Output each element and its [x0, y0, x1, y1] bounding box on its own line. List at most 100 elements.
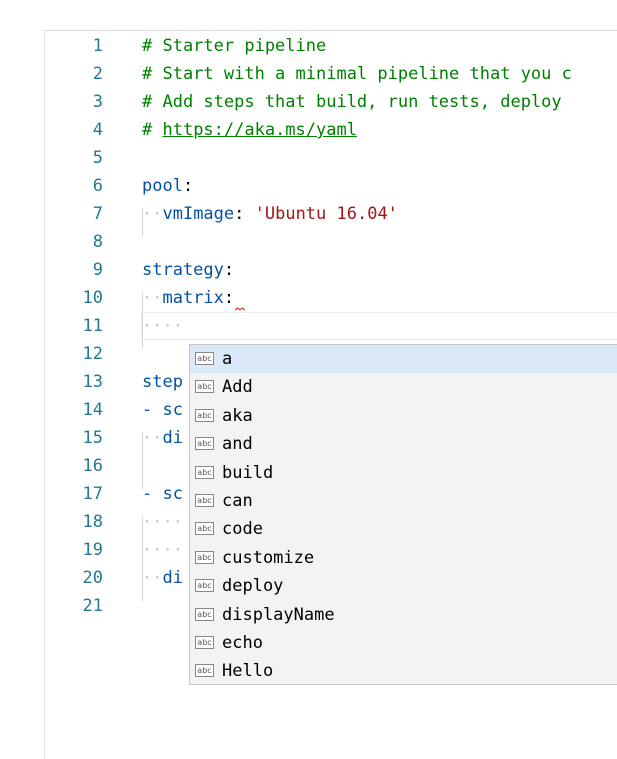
suggestion-item[interactable]: abc can [190, 487, 617, 515]
suggestion-item[interactable]: abc customize [190, 544, 617, 572]
suggestion-item[interactable]: abc displayName [190, 601, 617, 629]
suggestion-item[interactable]: abc Hello [190, 657, 617, 684]
code-line[interactable]: 10 ··matrix: [45, 284, 617, 312]
line-content: # https://aka.ms/yaml [142, 116, 357, 144]
yaml-key: pool [142, 176, 183, 196]
indent-whitespace: ···· [142, 512, 183, 532]
suggestion-item[interactable]: abc a [190, 345, 617, 373]
indent-whitespace: ·· [142, 568, 163, 588]
line-content: strategy: [142, 256, 234, 284]
code-line[interactable]: 4 # https://aka.ms/yaml [45, 116, 617, 144]
cursor-line-whitespace: ···· [45, 312, 617, 340]
code-line[interactable]: 5 [45, 144, 617, 172]
code-text: - sc [142, 484, 183, 504]
indent-whitespace: ·· [142, 204, 163, 224]
code-line[interactable]: 1 # Starter pipeline [45, 32, 617, 60]
line-content: ··matrix: [142, 284, 234, 312]
line-number: 10 [82, 288, 103, 308]
line-number: 15 [82, 428, 103, 448]
text-word-icon: abc [195, 607, 214, 621]
text-word-icon: abc [195, 522, 214, 536]
suggestion-item[interactable]: abc echo [190, 629, 617, 657]
line-number: 17 [82, 484, 103, 504]
indent-guide [142, 517, 143, 601]
line-number: 19 [82, 540, 103, 560]
text-word-icon: abc [195, 380, 214, 394]
code-text: # Add steps that build, run tests, deplo… [142, 92, 562, 112]
suggestion-item[interactable]: abc and [190, 430, 617, 458]
suggestion-label: can [222, 491, 253, 511]
indent-guide [142, 433, 143, 489]
indent-guide [142, 209, 143, 237]
code-line[interactable]: 2 # Start with a minimal pipeline that yo… [45, 60, 617, 88]
code-line[interactable]: 3 # Add steps that build, run tests, depl… [45, 88, 617, 116]
yaml-key: di [162, 428, 183, 448]
suggestion-label: and [222, 434, 253, 455]
text-word-icon: abc [195, 352, 214, 365]
code-text: # Starter pipeline [142, 36, 327, 56]
suggestion-label: customize [222, 547, 315, 568]
suggestion-label: Hello [222, 661, 274, 682]
doc-link[interactable]: https://aka.ms/yaml [162, 120, 356, 140]
line-number: 21 [82, 596, 103, 616]
suggestion-item[interactable]: abc build [190, 459, 617, 487]
line-number: 16 [82, 456, 103, 476]
comment-prefix: # [142, 120, 163, 140]
suggestion-label: displayName [222, 604, 335, 625]
suggestion-widget[interactable]: abc a abc Add abc aka abc and abc build abc can abc c… [189, 344, 617, 685]
text-word-icon: abc [195, 437, 214, 451]
text-word-icon: abc [195, 494, 214, 507]
text-word-icon: abc [195, 664, 214, 678]
text-word-icon: abc [195, 636, 214, 649]
line-number: 8 [92, 232, 103, 252]
yaml-colon: : [223, 260, 235, 280]
line-number: 1 [92, 36, 103, 56]
line-number: 20 [82, 568, 103, 588]
line-content: ··vmImage: 'Ubuntu 16.04' [142, 200, 398, 228]
line-number: 3 [92, 92, 103, 112]
line-number: 9 [92, 260, 103, 280]
yaml-colon: : [223, 288, 235, 308]
line-number: 6 [92, 176, 103, 196]
code-line[interactable]: 6 pool: [45, 172, 617, 200]
code-line[interactable]: 9 strategy: [45, 256, 617, 284]
suggestion-label: code [222, 519, 263, 540]
code-text: # Start with a minimal pipeline that you… [142, 64, 572, 84]
yaml-key: step [142, 372, 183, 392]
line-content: ··di [142, 424, 183, 452]
code-line[interactable]: 7 ··vmImage: 'Ubuntu 16.04' [45, 200, 617, 228]
yaml-key: strategy [142, 260, 224, 280]
line-content: ···· [142, 508, 183, 536]
indent-whitespace: ···· [142, 316, 183, 336]
suggestion-label: aka [222, 405, 253, 426]
indent-whitespace: ·· [142, 288, 163, 308]
yaml-key: vmImage [162, 204, 235, 224]
line-content: step [142, 368, 183, 396]
yaml-string: 'Ubuntu 16.04' [254, 204, 398, 224]
line-content: ··di [142, 564, 183, 592]
suggestion-item[interactable]: abc Add [190, 373, 617, 401]
line-content: - sc [142, 396, 183, 424]
indent-whitespace: ···· [142, 540, 183, 560]
text-word-icon: abc [195, 465, 214, 479]
line-number: 4 [92, 120, 103, 140]
yaml-colon: : [182, 176, 194, 196]
yaml-key: di [162, 568, 183, 588]
line-number: 5 [92, 148, 103, 168]
line-number: 2 [92, 64, 103, 84]
suggestion-label: deploy [222, 576, 284, 597]
line-number: 13 [82, 372, 103, 392]
suggestion-item[interactable]: abc code [190, 515, 617, 543]
suggestion-label: a [222, 349, 233, 369]
text-word-icon: abc [195, 550, 214, 564]
suggestion-item[interactable]: abc deploy [190, 572, 617, 600]
suggestion-item[interactable]: abc aka [190, 402, 617, 430]
line-content: - sc [142, 480, 183, 508]
text-word-icon: abc [195, 579, 214, 593]
line-number: 14 [82, 400, 103, 420]
line-number: 7 [92, 204, 103, 224]
line-content: pool: [142, 172, 193, 200]
suggestion-label: echo [222, 633, 263, 653]
code-line[interactable]: 8 [45, 228, 617, 256]
yaml-colon: : [234, 204, 255, 224]
